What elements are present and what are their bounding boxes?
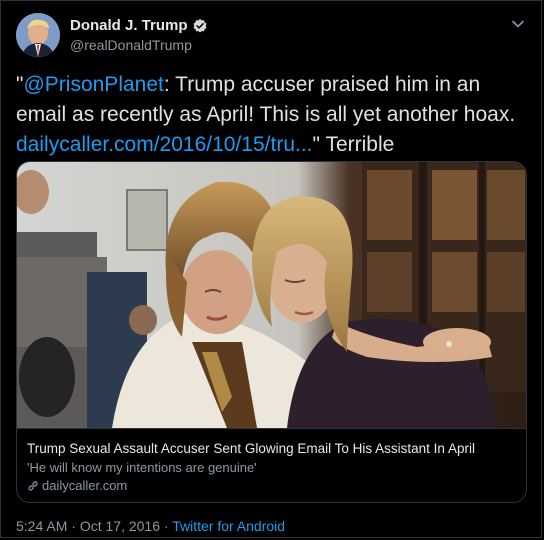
tweet-source-link[interactable]: Twitter for Android [172, 518, 285, 534]
mention-link[interactable]: @PrisonPlanet [23, 73, 163, 96]
tweet-text: "@PrisonPlanet: Trump accuser praised hi… [16, 70, 526, 160]
link-preview-card[interactable]: Trump Sexual Assault Accuser Sent Glowin… [16, 161, 527, 503]
tweet-date[interactable]: Oct 17, 2016 [80, 518, 160, 534]
verified-badge-icon [192, 18, 207, 32]
tweet-meta: 5:24 AM · Oct 17, 2016 · Twitter for And… [16, 518, 285, 534]
meta-separator: · [67, 518, 80, 534]
tweet-time[interactable]: 5:24 AM [16, 518, 67, 534]
card-image[interactable] [17, 162, 527, 428]
link-icon [28, 480, 38, 491]
card-domain-row: dailycaller.com [27, 478, 516, 493]
tweet-container: Donald J. Trump @realDonaldTrump " @Priso… [0, 0, 542, 538]
card-domain: dailycaller.com [42, 478, 128, 493]
user-handle[interactable]: @realDonaldTrump [70, 37, 192, 53]
meta-separator: · [160, 518, 173, 534]
card-body[interactable]: Trump Sexual Assault Accuser Sent Glowin… [17, 428, 526, 502]
article-url-link[interactable]: dailycaller.com/2016/10/15/tru... [16, 133, 313, 156]
avatar-image [16, 13, 60, 57]
quote-close: " [312, 133, 320, 156]
card-title: Trump Sexual Assault Accuser Sent Glowin… [27, 441, 475, 456]
card-description: 'He will know my intentions are genuine' [27, 460, 257, 475]
avatar[interactable] [16, 13, 60, 57]
tweet-trailing-text: Terrible [319, 133, 395, 156]
display-name[interactable]: Donald J. Trump [70, 17, 188, 34]
chevron-down-icon[interactable] [511, 17, 525, 31]
